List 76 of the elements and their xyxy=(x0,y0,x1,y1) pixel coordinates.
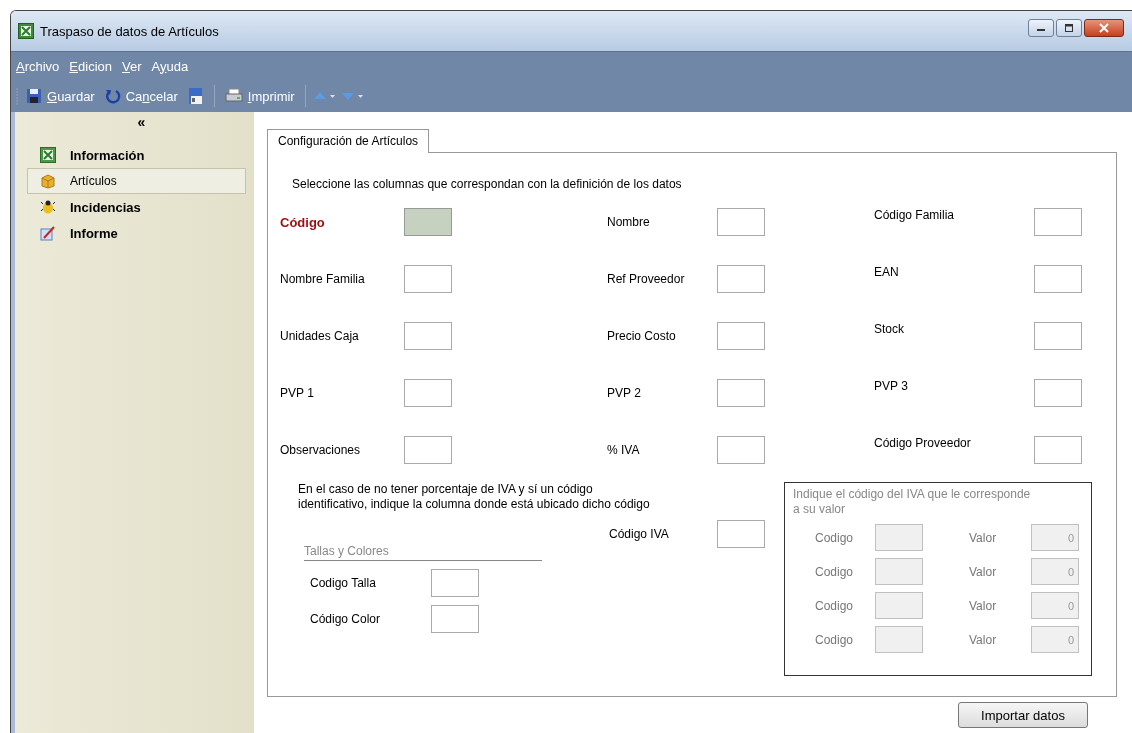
field-label: % IVA xyxy=(607,443,641,457)
close-button[interactable] xyxy=(1084,19,1124,37)
field-label: Observaciones xyxy=(280,443,362,457)
field-label: Codigo Talla xyxy=(310,576,377,590)
field-label: PVP 1 xyxy=(280,386,315,400)
field-label: PVP 3 xyxy=(874,379,909,393)
document-icon xyxy=(187,87,204,105)
menu-item[interactable]: Ver xyxy=(122,58,142,74)
window-title: Traspaso de datos de Artículos xyxy=(40,23,219,39)
close-icon xyxy=(1099,23,1109,33)
iva-note: En el caso de no tener porcentaje de IVA y sí un código identificativo, indique la columna donde está ubicado dicho código xyxy=(298,482,651,512)
input-field[interactable] xyxy=(717,436,765,464)
menu-item[interactable]: Archivo xyxy=(16,58,60,74)
sidebar-item[interactable]: Informe xyxy=(27,220,246,246)
input-field[interactable] xyxy=(404,265,452,293)
field-label: Precio Costo xyxy=(607,329,677,343)
input-field[interactable] xyxy=(717,208,765,236)
instruction-text: Seleccione las columnas que correspondan con la definición de los datos xyxy=(292,177,683,191)
input-field[interactable] xyxy=(404,322,452,350)
spreadsheet-icon xyxy=(40,147,56,163)
input-field[interactable] xyxy=(717,322,765,350)
input-field[interactable] xyxy=(404,379,452,407)
input-field[interactable] xyxy=(717,265,765,293)
input-field[interactable] xyxy=(1034,436,1082,464)
field-label: Unidades Caja xyxy=(280,329,360,343)
field-label: Stock xyxy=(874,322,905,336)
input-field[interactable] xyxy=(717,379,765,407)
input-field[interactable] xyxy=(431,569,479,597)
spreadsheet-icon xyxy=(18,23,34,39)
group-title: Tallas y Colores xyxy=(304,544,542,561)
tab[interactable]: Configuración de Artículos xyxy=(267,129,430,153)
field-label: Codigo xyxy=(815,564,855,579)
input-field[interactable] xyxy=(404,436,452,464)
field-label: Valor xyxy=(969,530,998,545)
input-field[interactable] xyxy=(431,605,479,633)
save-button[interactable]: Guardar xyxy=(23,86,98,106)
field-label: Código xyxy=(280,214,326,230)
input-field[interactable] xyxy=(1034,208,1082,236)
sidebar-item[interactable]: Artículos xyxy=(27,168,246,194)
field-label: Valor xyxy=(969,564,998,579)
box-icon xyxy=(40,173,56,189)
menu-item[interactable]: Ayuda xyxy=(151,58,189,74)
field-label: Valor xyxy=(969,598,998,613)
field-label: Valor xyxy=(969,632,998,647)
collapse-button[interactable]: « xyxy=(137,114,146,130)
field-label: PVP 2 xyxy=(607,386,642,400)
input-field[interactable] xyxy=(717,520,765,548)
printer-icon xyxy=(224,88,243,104)
field-label: Codigo xyxy=(815,598,855,613)
field-label: Nombre Familia xyxy=(280,272,366,286)
maximize-button[interactable] xyxy=(1056,19,1082,37)
sidebar-item[interactable]: Incidencias xyxy=(27,194,246,220)
field-label: Código Proveedor xyxy=(874,436,972,450)
menu-item[interactable]: Edicion xyxy=(69,58,112,74)
field-label: Ref Proveedor xyxy=(607,272,686,286)
field-label: Codigo xyxy=(815,632,855,647)
cancel-button[interactable]: Cancelar xyxy=(101,86,181,106)
bug-icon xyxy=(40,199,56,215)
undo-arrow-icon xyxy=(104,88,121,104)
report-icon xyxy=(40,225,56,241)
field-label: Código IVA xyxy=(609,527,670,541)
input-field[interactable] xyxy=(404,208,452,236)
minimize-button[interactable] xyxy=(1028,19,1054,37)
field-label: Codigo xyxy=(815,530,855,545)
group-title: Indique el código del IVA que le corresponde a su valor xyxy=(793,487,1032,517)
field-label: EAN xyxy=(874,265,900,279)
field-label: Nombre xyxy=(607,215,651,229)
input-field[interactable] xyxy=(1034,265,1082,293)
sidebar-item[interactable]: Información xyxy=(27,142,246,168)
field-label: Código Familia xyxy=(874,208,956,222)
input-field[interactable] xyxy=(1034,322,1082,350)
print-button[interactable]: Imprimir xyxy=(221,86,298,106)
import-button[interactable]: Importar datos xyxy=(958,702,1088,728)
input-field[interactable] xyxy=(1034,379,1082,407)
field-label: Código Color xyxy=(310,612,382,626)
maximize-icon xyxy=(1064,23,1074,33)
